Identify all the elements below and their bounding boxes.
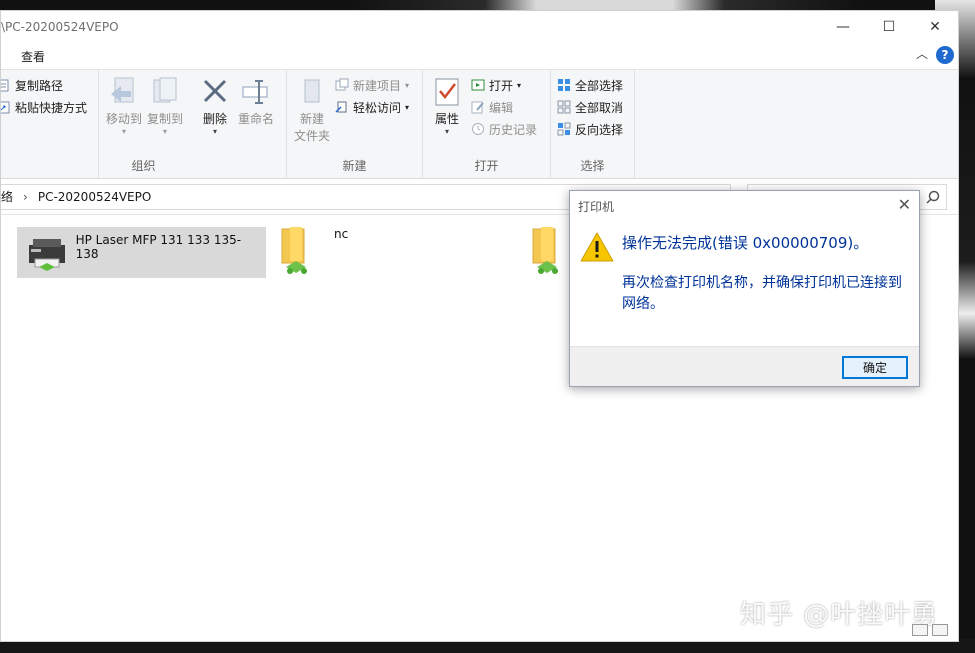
select-all-label: 全部选择	[575, 78, 624, 93]
open-group-label: 打开	[474, 159, 499, 173]
breadcrumb-computer[interactable]: PC-20200524VEPO	[38, 190, 152, 204]
copy-path-label: 复制路径	[15, 78, 64, 93]
printer-item[interactable]: HP Laser MFP 131 133 135-138	[17, 227, 266, 278]
properties-checkmark-icon	[435, 78, 459, 106]
move-to-button[interactable]: 移动到 ▾	[105, 76, 143, 136]
select-all-icon	[558, 79, 570, 91]
maximize-button[interactable]: ☐	[866, 11, 912, 43]
copy-path-icon	[1, 79, 9, 92]
menu-bar: 查看 ︿ ?	[1, 43, 958, 69]
new-group-label: 新建	[342, 159, 367, 173]
window-title: \PC-20200524VEPO	[1, 20, 119, 34]
select-none-label: 全部取消	[575, 100, 624, 115]
shared-folder-icon	[532, 227, 558, 274]
collapse-ribbon-icon[interactable]: ︿	[916, 45, 928, 62]
new-folder-label-1: 新建	[299, 112, 324, 126]
delete-x-icon	[203, 79, 227, 103]
menu-view[interactable]: 查看	[19, 45, 47, 68]
close-button[interactable]: ✕	[912, 11, 958, 43]
properties-label: 属性	[434, 112, 459, 126]
copy-to-label: 复制到	[146, 112, 183, 126]
dialog-body: 操作无法完成(错误 0x00000709)。 再次检查打印机名称，并确保打印机已…	[570, 221, 919, 346]
invert-selection-icon	[557, 122, 571, 136]
properties-button[interactable]: 属性 ▾	[429, 76, 465, 136]
delete-label: 删除	[202, 112, 227, 126]
delete-button[interactable]: 删除 ▾	[199, 76, 231, 136]
new-folder-button[interactable]: 新建 文件夹	[291, 76, 333, 144]
breadcrumb-network[interactable]: 络	[1, 188, 13, 205]
details-view-icon[interactable]	[912, 624, 928, 636]
new-item-icon	[335, 78, 349, 91]
easy-access-label: 轻松访问	[353, 100, 402, 115]
ribbon: 复制路径 粘贴快捷方式 移动到 ▾ 复制到 ▾ 删除 ▾ 重命名 组织 新建 文…	[1, 69, 958, 179]
move-to-icon	[111, 77, 134, 103]
help-button[interactable]: ?	[936, 46, 954, 64]
dialog-detail-message: 再次检查打印机名称，并确保打印机已连接到网络。	[622, 275, 902, 312]
dialog-close-button[interactable]: ✕	[898, 197, 911, 213]
invert-selection-button[interactable]: 反向选择	[557, 118, 623, 140]
select-all-button[interactable]: 全部选择	[557, 74, 623, 96]
breadcrumb-separator[interactable]: ›	[23, 190, 28, 204]
minimize-button[interactable]: —	[820, 11, 866, 43]
large-icons-view-icon[interactable]	[932, 624, 948, 636]
invert-selection-label: 反向选择	[575, 122, 624, 137]
new-folder-label-2: 文件夹	[293, 129, 330, 143]
organize-group-label: 组织	[131, 159, 156, 173]
copy-path-button[interactable]: 复制路径	[1, 74, 87, 96]
shared-folder-icon	[281, 227, 307, 274]
open-button[interactable]: 打开 ▾	[471, 74, 537, 96]
new-item-button[interactable]: 新建项目 ▾	[335, 74, 409, 96]
dialog-main-message: 操作无法完成(错误 0x00000709)。	[622, 234, 869, 252]
shared-folder-2[interactable]	[527, 227, 575, 279]
copy-to-button[interactable]: 复制到 ▾	[145, 76, 185, 136]
edit-pencil-icon	[471, 101, 484, 114]
new-group: 新建 文件夹 新建项目 ▾ 轻松访问 ▾ 新建	[287, 70, 423, 178]
new-item-label: 新建项目	[353, 78, 402, 93]
open-group: 属性 ▾ 打开 ▾ 编辑 历史记录 打开	[423, 70, 551, 178]
printer-item-label: HP Laser MFP 131 133 135-138	[75, 233, 242, 261]
organize-group: 移动到 ▾ 复制到 ▾ 删除 ▾ 重命名 组织	[99, 70, 287, 178]
ok-button[interactable]: 确定	[842, 356, 908, 379]
open-icon	[471, 79, 485, 91]
printer-icon	[29, 239, 65, 271]
move-to-label: 移动到	[105, 112, 142, 126]
dialog-title-bar: 打印机 ✕	[570, 191, 919, 221]
easy-access-icon	[335, 101, 347, 113]
select-group-label: 选择	[580, 159, 605, 173]
rename-label: 重命名	[237, 112, 274, 126]
dialog-title: 打印机	[578, 199, 615, 214]
search-icon	[926, 190, 940, 204]
rename-icon	[242, 80, 268, 104]
new-folder-icon	[304, 79, 320, 103]
title-bar: \PC-20200524VEPO — ☐ ✕	[1, 11, 958, 43]
view-toggle	[912, 624, 948, 636]
warning-icon	[580, 232, 614, 262]
easy-access-button[interactable]: 轻松访问 ▾	[335, 96, 409, 118]
paste-shortcut-label: 粘贴快捷方式	[15, 100, 88, 115]
edit-label: 编辑	[489, 100, 514, 115]
paste-shortcut-icon	[1, 101, 10, 114]
shared-folder-nc[interactable]: nc	[276, 227, 348, 279]
select-none-icon	[557, 100, 571, 114]
printer-error-dialog: 打印机 ✕ 操作无法完成(错误 0x00000709)。 再次检查打印机名称，并…	[569, 190, 920, 387]
dialog-footer: 确定	[570, 346, 919, 386]
history-label: 历史记录	[489, 122, 538, 137]
watermark: 知乎 @叶挫叶勇	[740, 600, 939, 630]
rename-button[interactable]: 重命名	[235, 76, 277, 127]
open-label: 打开	[489, 78, 514, 93]
edit-button[interactable]: 编辑	[471, 96, 537, 118]
select-group: 全部选择 全部取消 反向选择 选择	[551, 70, 635, 178]
select-none-button[interactable]: 全部取消	[557, 96, 623, 118]
shared-folder-nc-label: nc	[334, 227, 349, 241]
history-button[interactable]: 历史记录	[471, 118, 537, 140]
copy-to-icon	[153, 77, 177, 103]
history-clock-icon	[472, 123, 484, 135]
paste-shortcut-button[interactable]: 粘贴快捷方式	[1, 96, 88, 118]
